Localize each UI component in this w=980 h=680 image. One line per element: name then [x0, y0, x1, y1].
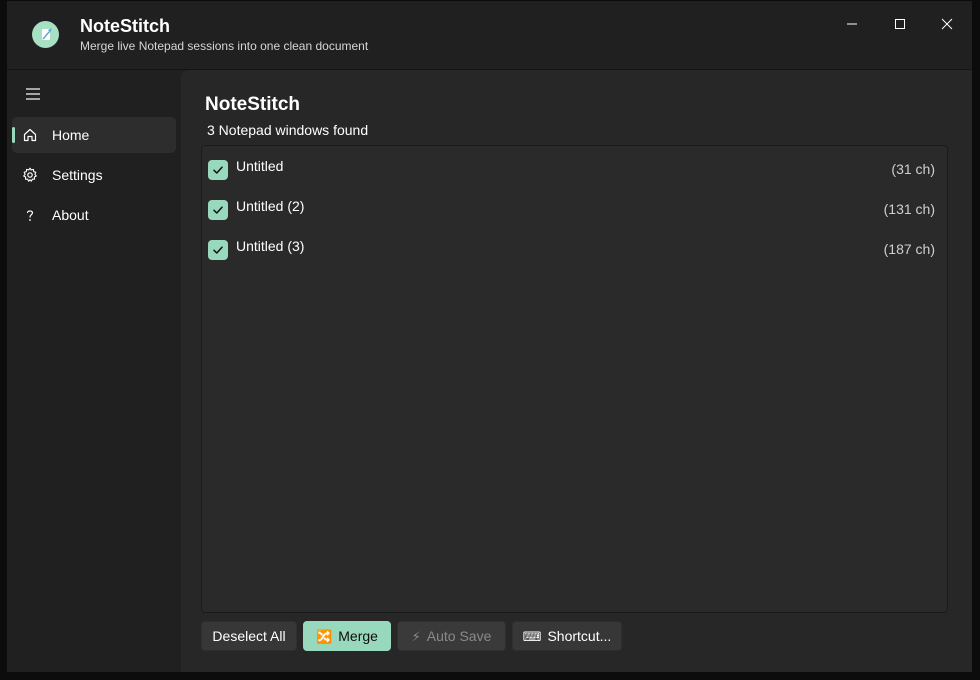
app-logo-icon	[32, 21, 59, 48]
hamburger-icon	[26, 88, 40, 100]
maximize-icon	[895, 19, 905, 29]
list-item[interactable]: Untitled (31 ch)	[202, 150, 947, 186]
sidebar-item-settings[interactable]: Settings	[12, 157, 176, 193]
deselect-all-button[interactable]: Deselect All	[201, 621, 297, 651]
sidebar: Home Settings About	[7, 70, 181, 672]
merge-icon: 🔀	[316, 628, 333, 644]
merge-button[interactable]: 🔀 Merge	[303, 621, 391, 651]
list-item[interactable]: Untitled (2) (131 ch)	[202, 190, 947, 226]
window-name: Untitled (3)	[236, 238, 305, 254]
keyboard-icon: ⌨	[522, 628, 542, 644]
sidebar-item-label: Home	[52, 127, 90, 143]
window-char-count: (31 ch)	[891, 161, 935, 177]
checkmark-icon	[213, 246, 223, 254]
merge-label: Merge	[338, 628, 378, 644]
title-bar[interactable]: NoteStitch Merge live Notepad sessions i…	[7, 1, 972, 70]
app-subtitle: Merge live Notepad sessions into one cle…	[80, 39, 369, 53]
window-name: Untitled	[236, 158, 284, 174]
home-icon	[22, 127, 38, 143]
active-indicator	[12, 127, 15, 143]
main-content: NoteStitch 3 Notepad windows found Untit…	[181, 70, 972, 672]
window-name: Untitled (2)	[236, 198, 305, 214]
maximize-button[interactable]	[877, 7, 923, 41]
notepad-window-list[interactable]: Untitled (31 ch) Untitled (2) (131 ch) U…	[201, 145, 948, 613]
question-icon	[22, 207, 38, 223]
sidebar-item-label: About	[52, 207, 89, 223]
gear-icon	[22, 167, 38, 183]
deselect-all-label: Deselect All	[212, 628, 286, 644]
close-icon	[941, 18, 953, 30]
sidebar-item-home[interactable]: Home	[12, 117, 176, 153]
window-char-count: (131 ch)	[883, 201, 935, 217]
close-button[interactable]	[924, 7, 970, 41]
sidebar-item-about[interactable]: About	[12, 197, 176, 233]
windows-found-status: 3 Notepad windows found	[207, 122, 369, 138]
minimize-button[interactable]	[829, 7, 875, 41]
shortcut-label: Shortcut...	[547, 628, 612, 644]
auto-save-button[interactable]: ⚡ Auto Save	[397, 621, 506, 651]
shortcut-button[interactable]: ⌨ Shortcut...	[512, 621, 622, 651]
window-checkbox[interactable]	[208, 160, 228, 180]
minimize-icon	[847, 23, 857, 25]
list-item[interactable]: Untitled (3) (187 ch)	[202, 230, 947, 266]
app-window: NoteStitch Merge live Notepad sessions i…	[7, 1, 972, 672]
checkmark-icon	[213, 206, 223, 214]
sidebar-item-label: Settings	[52, 167, 103, 183]
hamburger-button[interactable]	[19, 82, 47, 106]
window-checkbox[interactable]	[208, 200, 228, 220]
lightning-icon: ⚡	[411, 628, 421, 644]
window-char-count: (187 ch)	[883, 241, 935, 257]
auto-save-label: Auto Save	[426, 628, 492, 644]
checkmark-icon	[213, 166, 223, 174]
app-title: NoteStitch	[80, 16, 170, 36]
window-checkbox[interactable]	[208, 240, 228, 260]
page-title: NoteStitch	[205, 94, 300, 115]
